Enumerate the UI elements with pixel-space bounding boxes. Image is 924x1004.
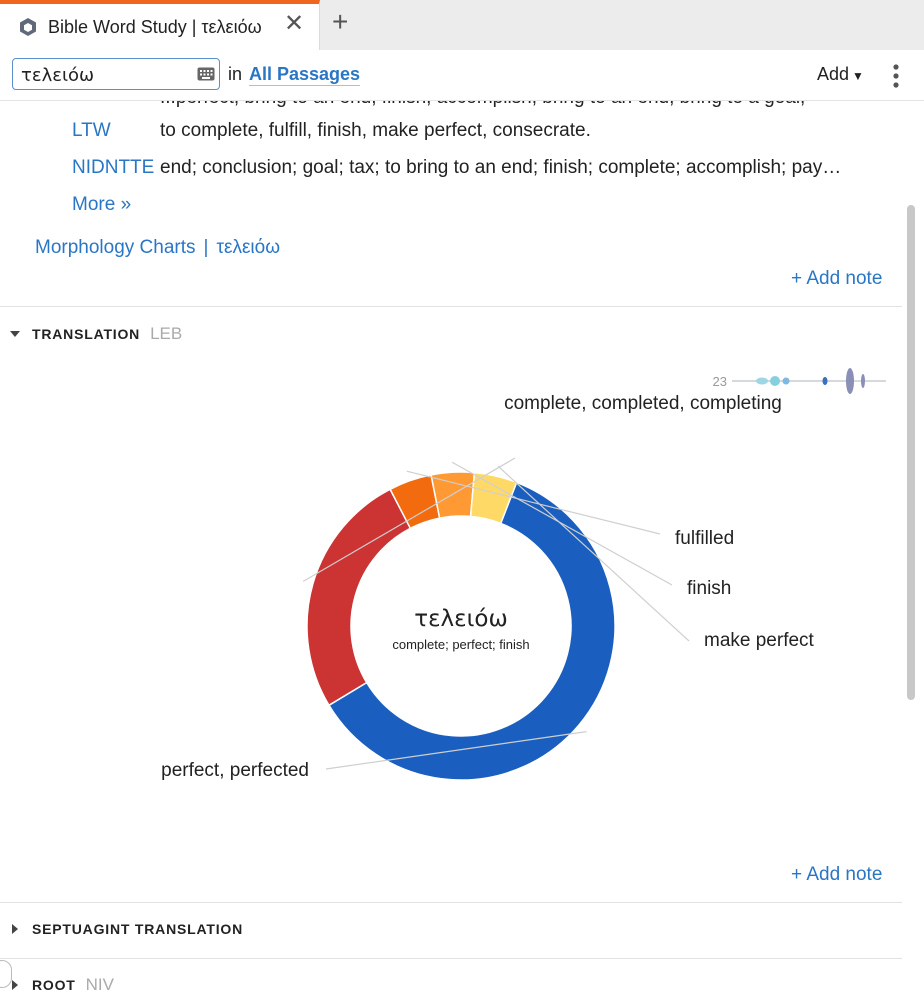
sparkline-blip — [782, 377, 790, 385]
all-passages-link[interactable]: All Passages — [249, 64, 361, 86]
hexagon-icon — [20, 18, 36, 36]
close-icon[interactable]: ✕ — [284, 12, 304, 36]
new-tab-button[interactable]: + — [332, 8, 348, 36]
donut-slice-label[interactable]: complete, completed, completing — [504, 393, 782, 414]
donut-slice-label[interactable]: fulfilled — [675, 528, 734, 549]
divider — [0, 902, 902, 903]
caret-right-icon — [12, 980, 18, 990]
donut-center-subtitle: complete; perfect; finish — [392, 637, 529, 652]
keyboard-icon[interactable] — [197, 67, 215, 81]
donut-slice-label[interactable]: make perfect — [704, 630, 815, 651]
search-box[interactable] — [12, 58, 220, 90]
sparkline-blip — [822, 377, 828, 385]
root-section-header[interactable]: ROOT NIV — [10, 975, 114, 999]
sparkline-blip — [756, 377, 768, 385]
add-note-button[interactable]: + Add note — [791, 864, 882, 886]
in-label: in — [228, 64, 243, 84]
content-pane[interactable]: ...perfect, bring to an end, finish, acc… — [0, 101, 904, 1004]
sparkline-blip — [846, 368, 854, 394]
caret-right-icon — [12, 923, 18, 934]
add-label: Add — [817, 64, 850, 84]
sparkline-count: 23 — [713, 374, 727, 389]
translation-chart: 23 complete, completed, completing fulfil… — [161, 368, 886, 781]
section-title: SEPTUAGINT TRANSLATION — [32, 920, 244, 937]
donut-center-title: τελειόω — [414, 606, 507, 632]
donut-slice-label[interactable]: finish — [687, 578, 731, 599]
donut-slice[interactable] — [306, 488, 412, 707]
donut-slice-label[interactable]: perfect, perfected — [161, 760, 309, 781]
sparkline-blip — [770, 376, 780, 386]
section-title: ROOT — [32, 977, 76, 993]
add-menu-button[interactable]: Add ▼ — [817, 64, 864, 85]
scrollbar-thumb[interactable] — [907, 205, 915, 700]
donut-labels: complete, completed, completing fulfilled… — [161, 393, 814, 781]
caret-down-icon: ▼ — [852, 69, 864, 83]
tab-title: Bible Word Study | τελειόω — [48, 17, 262, 37]
section-version: NIV — [85, 975, 114, 994]
more-options-icon[interactable] — [888, 62, 904, 90]
septuagint-section-header[interactable]: SEPTUAGINT TRANSLATION — [10, 920, 243, 944]
toolbar: in All Passages Add▼ — [0, 50, 924, 101]
tab-bible-word-study[interactable]: Bible Word Study | τελειόω ✕ — [0, 0, 320, 50]
tab-bar: Bible Word Study | τελειόω ✕ + — [0, 0, 924, 50]
search-input[interactable] — [19, 63, 193, 87]
sparkline[interactable]: 23 — [713, 368, 886, 394]
divider — [0, 958, 902, 959]
sparkline-blip — [861, 374, 865, 388]
donut-leader-line — [302, 457, 516, 582]
